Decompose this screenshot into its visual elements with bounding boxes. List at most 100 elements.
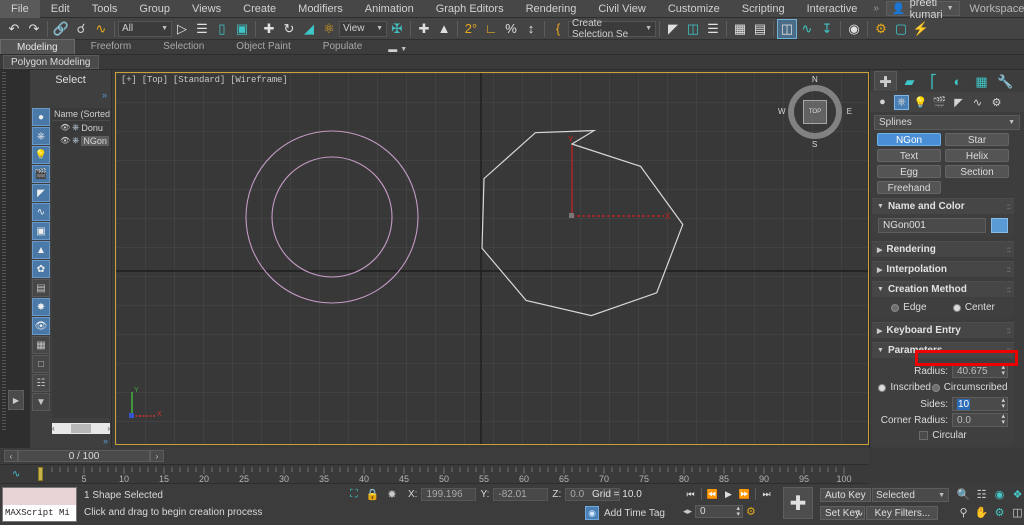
sides-spinner[interactable]: 10 ▴ ▾ — [952, 397, 1008, 411]
angle-snap-icon[interactable]: ∟ — [481, 19, 501, 39]
undo-button[interactable]: ↶ — [4, 19, 24, 39]
absolute-relative-mode-icon[interactable]: ✸ — [387, 488, 396, 501]
filter-bones-icon[interactable]: ✿ — [32, 260, 50, 278]
select-and-scale-icon[interactable]: ◢ — [299, 19, 319, 39]
rollout-header[interactable]: ▼ Name and Color :: — [872, 199, 1014, 214]
menu-group[interactable]: Group — [128, 0, 181, 18]
scroll-left-arrow[interactable]: ‹ — [52, 424, 55, 433]
ribbon-options-button[interactable]: ▬ ▼ — [388, 44, 407, 54]
next-frame-button[interactable]: › — [150, 450, 164, 462]
filter-geometry-icon[interactable]: ● — [32, 108, 50, 126]
circular-row[interactable]: Circular — [878, 430, 1008, 441]
object-category-dropdown[interactable]: Splines ▼ — [874, 115, 1020, 130]
filter-shapes-icon[interactable]: ⎈ — [32, 127, 50, 145]
play-animation-button[interactable]: ▶ — [721, 487, 736, 501]
select-object-icon[interactable]: ▷ — [172, 19, 192, 39]
explorer-horizontal-scrollbar[interactable]: ‹ › — [52, 423, 110, 434]
circumscribed-radio[interactable]: Circumscribed — [931, 382, 1008, 393]
mirror-objects-icon[interactable]: ◤ — [663, 19, 683, 39]
mirror-icon[interactable]: { — [548, 19, 568, 39]
ngon-button[interactable]: NGon — [877, 133, 941, 146]
key-tangent-icon[interactable]: ∿ — [855, 508, 863, 519]
maxscript-mini-listener[interactable]: MAXScript Mi — [2, 487, 77, 522]
render-setup-icon[interactable]: ⚙ — [871, 19, 891, 39]
eye-icon[interactable]: 👁 — [60, 123, 70, 132]
menu-graph-editors[interactable]: Graph Editors — [425, 0, 515, 18]
section-button[interactable]: Section — [945, 165, 1009, 178]
maxscript-input-pane[interactable]: MAXScript Mi — [3, 505, 76, 521]
spinner-arrows-icon[interactable]: ▴ ▾ — [1001, 364, 1005, 377]
selection-lock-icon[interactable]: ⛶ — [350, 488, 358, 501]
set-key-button[interactable]: ✚ — [783, 487, 813, 519]
pan-view-icon[interactable]: ✋ — [973, 505, 990, 520]
maximize-viewport-toggle-icon[interactable]: ◫ — [1009, 505, 1024, 520]
zoom-region-icon[interactable]: ⚲ — [955, 505, 972, 520]
left-flyout-button[interactable]: ▶ — [8, 390, 24, 410]
toggle-scene-explorer-icon[interactable]: ▦ — [730, 19, 750, 39]
rendered-frame-window-icon[interactable]: ▢ — [891, 19, 911, 39]
filter-groups-icon[interactable]: ▣ — [32, 222, 50, 240]
spinner-arrows-icon[interactable]: ▴ ▾ — [737, 505, 741, 518]
zoom-icon[interactable]: 🔍 — [955, 487, 972, 502]
menu-modifiers[interactable]: Modifiers — [287, 0, 354, 18]
helix-button[interactable]: Helix — [945, 149, 1009, 162]
visibility-toggle-icon[interactable]: 👁 — [32, 317, 50, 335]
explorer-expand-bottom-icon[interactable]: » — [103, 436, 108, 446]
x-field[interactable]: 199.196 — [421, 488, 477, 501]
user-account-button[interactable]: 👤 preeti kumari ▼ — [885, 0, 960, 21]
filter-xrefs-icon[interactable]: ▲ — [32, 241, 50, 259]
tab-populate[interactable]: Populate — [307, 39, 378, 54]
selection-filter-dropdown[interactable]: All ▼ — [118, 20, 172, 37]
object-name-input[interactable]: NGon001 — [878, 218, 986, 233]
scene-object-list[interactable]: Name (Sorted A 👁 ⎈ Donu 👁 ⎈ NGon — [52, 108, 110, 418]
inscribed-radio[interactable]: Inscribed — [878, 382, 931, 393]
auto-key-button[interactable]: Auto Key — [820, 488, 871, 502]
curve-editor-icon[interactable]: ∿ — [797, 19, 817, 39]
spacewarps-button[interactable]: ∿ — [970, 95, 985, 110]
current-frame-display[interactable]: 0 / 100 — [18, 450, 150, 462]
menu-tools[interactable]: Tools — [81, 0, 129, 18]
material-editor-icon[interactable]: ◉ — [844, 19, 864, 39]
rectangular-selection-region-icon[interactable]: ▯ — [212, 19, 232, 39]
helpers-button[interactable]: ◤ — [951, 95, 966, 110]
corner-radius-spinner[interactable]: 0.0 ▴ ▾ — [952, 413, 1008, 427]
reference-coordinate-dropdown[interactable]: View ▼ — [339, 20, 387, 37]
frame-number-field[interactable]: 0 ▴ ▾ — [695, 505, 744, 518]
motion-tab[interactable]: ◐ — [946, 71, 969, 91]
time-configuration-icon[interactable]: ⚙ — [746, 505, 756, 518]
toggle-layer-explorer-icon[interactable]: ▤ — [750, 19, 770, 39]
spinner-arrows-icon[interactable]: ▴ ▾ — [1001, 397, 1005, 410]
tab-freeform[interactable]: Freeform — [75, 39, 148, 54]
geometry-button[interactable]: ● — [875, 95, 890, 110]
shapes-button[interactable]: ⎈ — [894, 94, 909, 110]
go-to-end-button[interactable]: ⏭ — [759, 487, 774, 501]
spinner-arrows-icon[interactable]: ▴ ▾ — [1001, 413, 1005, 426]
unlink-selection-icon[interactable]: ☌ — [71, 19, 91, 39]
blank-option-icon[interactable]: □ — [32, 355, 50, 373]
zoom-extents-icon[interactable]: ◉ — [991, 487, 1008, 502]
snaps-toggle-icon[interactable]: ✚ — [414, 19, 434, 39]
filter-cameras-icon[interactable]: 🎬 — [32, 165, 50, 183]
track-bar[interactable]: ∿ 5 10 15 20 25 30 35 40 45 50 55 60 65 … — [0, 464, 869, 484]
render-production-icon[interactable]: ⚡ — [911, 19, 931, 39]
previous-frame-button[interactable]: ⏪ — [705, 487, 720, 501]
rollout-header[interactable]: ▼ Parameters :: — [872, 343, 1014, 358]
create-tab[interactable]: ✚ — [874, 71, 897, 91]
dock-grip-handle[interactable] — [2, 72, 6, 432]
tab-modeling[interactable]: Modeling — [0, 39, 75, 54]
zoom-extents-all-icon[interactable]: ❖ — [1009, 487, 1024, 502]
menu-create[interactable]: Create — [232, 0, 287, 18]
filter-funnel-icon[interactable]: ▼ — [32, 393, 50, 411]
select-by-name-icon[interactable]: ☰ — [192, 19, 212, 39]
utilities-tab[interactable]: 🔧 — [994, 71, 1017, 91]
percent-snap-toggle-icon[interactable]: 2° — [461, 19, 481, 39]
radius-spinner[interactable]: 40.675 ▴ ▾ — [952, 364, 1008, 378]
menu-views[interactable]: Views — [181, 0, 232, 18]
polygon-modeling-button[interactable]: Polygon Modeling — [3, 55, 99, 69]
scroll-right-arrow[interactable]: › — [107, 424, 110, 433]
menu-edit[interactable]: Edit — [40, 0, 81, 18]
schematic-view-icon[interactable]: ↧ — [817, 19, 837, 39]
add-time-tag-control[interactable]: ◉ Add Time Tag — [585, 506, 665, 520]
go-to-start-button[interactable]: ⏮ — [683, 487, 698, 501]
modify-tab[interactable]: ▰ — [898, 71, 921, 91]
